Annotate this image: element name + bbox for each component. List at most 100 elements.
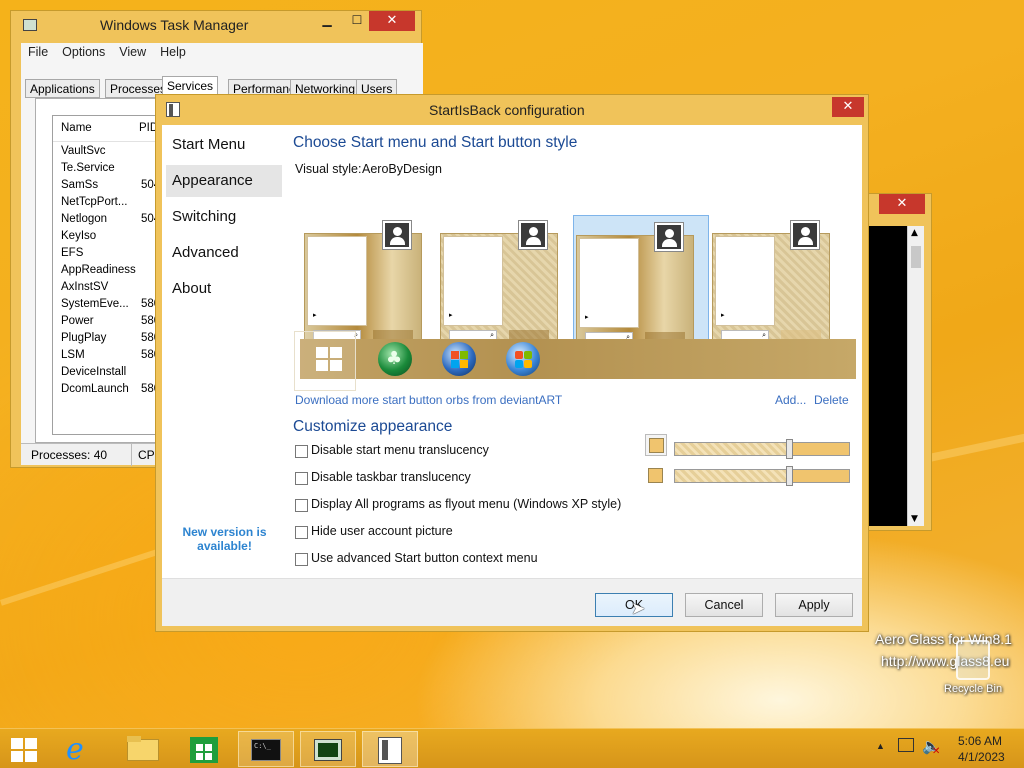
close-icon[interactable]: ✕ — [369, 11, 415, 31]
visual-style-value[interactable]: AeroByDesign — [362, 162, 442, 176]
section-heading-style: Choose Start menu and Start button style — [293, 134, 578, 151]
service-name: DcomLaunch — [61, 383, 129, 395]
network-icon[interactable] — [898, 738, 914, 752]
menu-view[interactable]: View — [112, 43, 153, 61]
nav-switching[interactable]: Switching — [166, 201, 282, 233]
option-label[interactable]: Disable taskbar translucency — [311, 470, 471, 484]
maximize-icon[interactable]: ☐ — [344, 13, 370, 31]
service-name: DeviceInstall — [61, 366, 127, 378]
option-label[interactable]: Hide user account picture — [311, 524, 453, 538]
clock-date[interactable]: 4/1/2023 — [958, 750, 1005, 764]
taskbar-color-picker[interactable] — [648, 468, 663, 483]
clover-orb-icon[interactable]: ♣ — [378, 342, 412, 376]
service-name: AppReadiness — [61, 264, 136, 276]
task-manager-icon[interactable] — [300, 731, 356, 767]
service-name: SamSs — [61, 179, 99, 191]
chevron-up-icon[interactable]: ▲ — [911, 228, 918, 238]
recycle-bin-label[interactable]: Recycle Bin — [944, 683, 1002, 695]
menu-options[interactable]: Options — [55, 43, 112, 61]
nav-start-menu[interactable]: Start Menu — [166, 129, 282, 161]
hide-user-picture-checkbox[interactable] — [295, 526, 308, 539]
startisback-icon[interactable] — [362, 731, 418, 767]
download-orbs-link[interactable]: Download more start button orbs from dev… — [295, 393, 562, 407]
sib-titlebar[interactable]: StartIsBack configuration ✕ — [156, 95, 868, 125]
new-version-link[interactable]: New version is available! — [172, 525, 277, 553]
windows-7-orb-icon[interactable] — [442, 342, 476, 376]
windows-8-orb-icon[interactable] — [316, 347, 342, 371]
disable-start-menu-translucency-checkbox[interactable] — [295, 445, 308, 458]
slider-handle[interactable] — [786, 466, 793, 486]
start-menu-color-picker[interactable] — [645, 434, 667, 456]
menu-help[interactable]: Help — [153, 43, 193, 61]
service-name: PlugPlay — [61, 332, 107, 344]
add-orb-link[interactable]: Add... — [775, 393, 806, 407]
window-title: Windows Task Manager — [100, 17, 249, 33]
advanced-context-menu-checkbox[interactable] — [295, 553, 308, 566]
nav-appearance[interactable]: Appearance — [166, 165, 282, 197]
service-name: LSM — [61, 349, 85, 361]
user-picture-icon — [383, 221, 411, 249]
user-picture-icon — [519, 221, 547, 249]
style-thumbnail-4[interactable]: ▸ ⌕ — [712, 221, 830, 353]
service-name: AxInstSV — [61, 281, 109, 293]
dialog-footer: OK Cancel Apply ➤ — [162, 578, 862, 626]
close-icon[interactable]: ✕ — [879, 194, 925, 214]
service-name: EFS — [61, 247, 84, 259]
tab-applications[interactable]: Applications — [25, 79, 100, 98]
menu-bar: File Options View Help — [21, 43, 423, 63]
recycle-bin-icon[interactable] — [956, 640, 990, 680]
nav-advanced[interactable]: Advanced — [166, 237, 282, 269]
chevron-down-icon[interactable]: ▼ — [911, 514, 918, 524]
startisback-app-icon — [166, 102, 180, 117]
color-swatch — [649, 438, 664, 453]
slider-handle[interactable] — [786, 439, 793, 459]
store-icon[interactable] — [176, 731, 232, 767]
command-prompt-icon[interactable]: C:\_ — [238, 731, 294, 767]
style-thumbnail-3[interactable]: ▸ ⌕ — [576, 223, 694, 355]
option-label[interactable]: Use advanced Start button context menu — [311, 551, 538, 565]
taskbar-opacity-slider[interactable] — [674, 466, 850, 486]
aero-glass-watermark-url: http://www.glass8.eu — [881, 653, 1010, 669]
task-manager-titlebar[interactable]: Windows Task Manager ▁ ☐ ✕ — [11, 11, 421, 41]
startisback-config-window[interactable]: StartIsBack configuration ✕ Start Menu A… — [155, 94, 869, 632]
column-header-name[interactable]: Name — [61, 122, 92, 134]
disable-taskbar-translucency-checkbox[interactable] — [295, 472, 308, 485]
minimize-icon[interactable]: ▁ — [314, 13, 340, 31]
start-menu-opacity-slider[interactable] — [674, 439, 850, 459]
background-console-window[interactable]: ✕ ▲ ▼ — [862, 193, 932, 531]
clock-time[interactable]: 5:06 AM — [958, 734, 1002, 748]
vertical-scrollbar[interactable]: ▲ ▼ — [907, 226, 924, 526]
service-name: VaultSvc — [61, 145, 106, 157]
user-picture-icon — [791, 221, 819, 249]
user-picture-icon — [655, 223, 683, 251]
aero-glass-watermark-title: Aero Glass for Win8.1 — [875, 631, 1012, 647]
service-name: SystemEve... — [61, 298, 129, 310]
cancel-button[interactable]: Cancel — [685, 593, 763, 617]
service-name: Netlogon — [61, 213, 108, 225]
taskbar: e C:\_ ▲ 🔈 ✕ 5:06 AM 4/1/2023 — [0, 728, 1024, 768]
service-name: NetTcpPort... — [61, 196, 128, 208]
start-icon[interactable] — [11, 738, 39, 762]
task-manager-app-icon — [23, 19, 37, 31]
internet-explorer-icon[interactable]: e — [54, 731, 110, 767]
menu-file[interactable]: File — [21, 43, 55, 61]
service-name: Power — [61, 315, 94, 327]
mouse-cursor-icon: ➤ — [631, 599, 646, 619]
close-icon[interactable]: ✕ — [832, 97, 864, 117]
style-thumbnail-2[interactable]: ▸ ⌕ — [440, 221, 558, 353]
apply-button[interactable]: Apply — [775, 593, 853, 617]
all-programs-flyout-checkbox[interactable] — [295, 499, 308, 512]
file-explorer-icon[interactable] — [115, 731, 171, 767]
sib-content: Start Menu Appearance Switching Advanced… — [162, 125, 862, 578]
delete-orb-link[interactable]: Delete — [814, 393, 849, 407]
windows-vista-orb-icon[interactable] — [506, 342, 540, 376]
option-label[interactable]: Display All programs as flyout menu (Win… — [311, 497, 621, 511]
mute-indicator-icon: ✕ — [932, 746, 941, 757]
nav-about[interactable]: About — [166, 273, 282, 305]
scroll-thumb[interactable] — [911, 246, 921, 268]
window-title: StartIsBack configuration — [429, 102, 585, 118]
option-label[interactable]: Disable start menu translucency — [311, 443, 489, 457]
service-name: KeyIso — [61, 230, 97, 242]
divider — [131, 444, 132, 466]
chevron-up-icon[interactable]: ▲ — [876, 741, 885, 751]
